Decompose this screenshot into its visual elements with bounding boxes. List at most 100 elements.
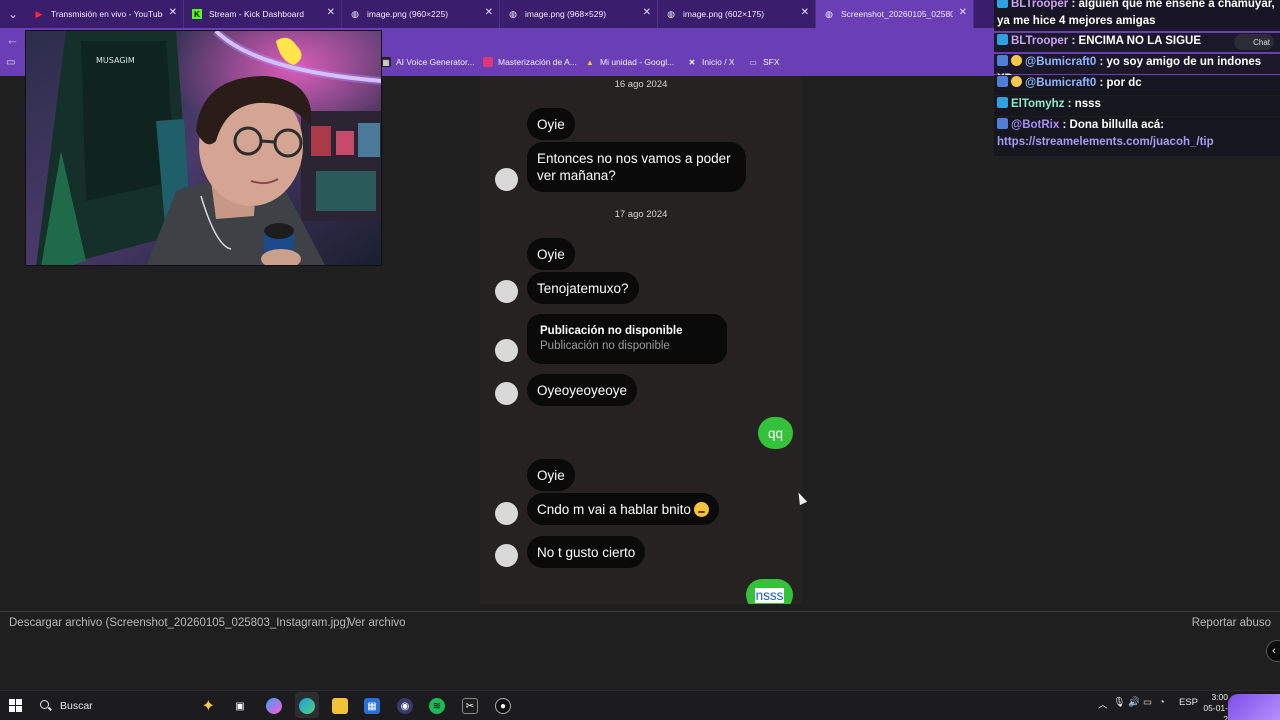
chat-message: @Bumicraft0 : yo soy amigo de un indones… xyxy=(994,54,1280,85)
tab-label: image.png (968×529) xyxy=(525,9,607,19)
my-message-bubble: nsss xyxy=(746,579,793,604)
speaker-icon[interactable]: 🔊 xyxy=(1128,697,1140,708)
close-icon[interactable]: ✕ xyxy=(959,7,967,18)
mastering-icon xyxy=(483,57,493,67)
back-arrow-icon[interactable]: ← xyxy=(6,32,19,47)
chat-text: Dona billulla acá: xyxy=(1069,119,1165,131)
wrench-badge-icon xyxy=(997,118,1008,129)
bookmark-label: SFX xyxy=(763,57,780,67)
spotify-icon[interactable]: ≋ xyxy=(429,698,445,714)
chat-username: BLTrooper xyxy=(1011,0,1069,10)
report-abuse-link[interactable]: Reportar abuso xyxy=(1192,617,1271,629)
bookmark-label: AI Voice Generator... xyxy=(396,57,475,67)
close-icon[interactable]: ✕ xyxy=(327,7,335,18)
kick-icon: K xyxy=(192,9,202,19)
edge-browser-icon[interactable] xyxy=(299,698,315,714)
chat-separator: : xyxy=(1068,35,1079,47)
unavailable-post-card[interactable]: Publicación no disponible Publicación no… xyxy=(527,314,727,364)
chat-separator: : xyxy=(1096,77,1107,89)
windows-start-icon[interactable] xyxy=(9,699,22,712)
tab-list-chevron-icon[interactable]: ⌄ xyxy=(0,0,26,28)
message-bubble: Oyie xyxy=(527,459,575,491)
bookmark-ai-voice[interactable]: ▦ AI Voice Generator... xyxy=(381,57,474,67)
download-file-link[interactable]: Descargar archivo (Screenshot_20260105_0… xyxy=(9,617,350,629)
chat-pill-label: Chat xyxy=(1253,37,1270,47)
input-language[interactable]: ESP xyxy=(1179,697,1198,708)
close-icon[interactable]: ✕ xyxy=(485,7,493,18)
svg-text:MUSAGIM: MUSAGIM xyxy=(96,56,135,65)
chat-separator: : xyxy=(1059,119,1070,131)
volume-icon[interactable]: ◔ xyxy=(1159,697,1165,708)
avatar xyxy=(495,502,518,525)
file-explorer-icon[interactable] xyxy=(332,698,348,714)
chat-separator: : xyxy=(1096,56,1107,68)
card-subtitle: Publicación no disponible xyxy=(540,340,670,352)
tab-youtube-studio[interactable]: ▶ Transmisión en vivo - YouTube Studio ✕ xyxy=(26,0,184,28)
chat-toggle-button[interactable]: Chat xyxy=(1234,34,1274,50)
date-separator: 17 ago 2024 xyxy=(614,209,668,220)
close-icon[interactable]: ✕ xyxy=(643,7,651,18)
message-bubble: Entonces no nos vamos a poder ver mañana… xyxy=(527,142,746,192)
tab-label: image.png (602×175) xyxy=(683,9,765,19)
drive-icon: ▲ xyxy=(586,57,594,67)
message-bubble: No t gusto cierto xyxy=(527,536,646,568)
tab-label: Stream - Kick Dashboard xyxy=(209,9,304,19)
chat-message: @Bumicraft0 : por dc xyxy=(994,75,1280,95)
moderator-badge-icon xyxy=(997,0,1008,8)
bookmark-sfx-folder[interactable]: ▭ SFX xyxy=(748,57,780,67)
tab-image-968[interactable]: ◍ image.png (968×529) ✕ xyxy=(500,0,658,28)
tab-label: Transmisión en vivo - YouTube Studio xyxy=(51,9,163,19)
tab-image-602[interactable]: ◍ image.png (602×175) ✕ xyxy=(658,0,816,28)
copilot-icon[interactable] xyxy=(266,698,282,714)
recorder-icon[interactable]: ● xyxy=(495,698,511,714)
network-icon[interactable]: ▭ xyxy=(1143,697,1152,708)
view-file-link[interactable]: Ver archivo xyxy=(348,617,406,629)
chat-message: @BotRix : Dona billulla acá: https://str… xyxy=(994,117,1280,156)
chat-text: por dc xyxy=(1106,77,1142,89)
tab-label: image.png (960×225) xyxy=(367,9,449,19)
date-separator: 16 ago 2024 xyxy=(614,79,668,90)
microphone-icon[interactable]: 🎙 xyxy=(1113,697,1125,708)
message-bubble: Oyeoyeoyeoye xyxy=(527,374,638,406)
message-bubble: Cndo m vai a hablar bnito xyxy=(527,493,719,525)
task-view-icon[interactable]: ▣ xyxy=(232,698,248,714)
clock-date: 05-01-2 xyxy=(1203,703,1228,720)
taskbar-clock[interactable]: 3:00 05-01-2 xyxy=(1202,692,1228,720)
capcut-icon[interactable]: ✂ xyxy=(462,698,478,714)
avatar xyxy=(495,544,518,567)
obs-studio-icon[interactable]: ◉ xyxy=(397,698,413,714)
tab-label: Screenshot_20260105_025803_Instagram.jpg xyxy=(841,9,953,19)
tab-image-960[interactable]: ◍ image.png (960×225) ✕ xyxy=(342,0,500,28)
moderator-badge-icon xyxy=(997,97,1008,108)
microsoft-store-icon[interactable]: ▦ xyxy=(364,698,380,714)
tab-kick-dashboard[interactable]: K Stream - Kick Dashboard ✕ xyxy=(184,0,342,28)
wrench-badge-icon xyxy=(997,55,1008,66)
bookmark-x-home[interactable]: ✕ Inicio / X xyxy=(687,57,735,67)
coin-badge-icon xyxy=(1011,76,1022,87)
bookmark-mastering[interactable]: Masterización de A... xyxy=(483,57,577,67)
globe-icon: ◍ xyxy=(351,8,359,19)
message-bubble: Oyie xyxy=(527,108,575,140)
my-message-bubble: qq xyxy=(758,417,793,449)
windows-taskbar: Buscar ✦ xyxy=(0,690,1280,720)
moderator-badge-icon xyxy=(997,34,1008,45)
bookmark-app-icon[interactable]: ▭ xyxy=(6,57,15,68)
bookmark-google-drive[interactable]: ▲ Mi unidad - Googl... xyxy=(585,57,674,67)
chat-link[interactable]: https://streamelements.com/juacoh_/tip xyxy=(997,136,1214,148)
message-text: Cndo m vai a hablar bnito xyxy=(537,501,691,517)
chat-message: BLTrooper : alguien que me enseñe a cham… xyxy=(994,0,1280,31)
chat-message: ElTomyhz : nsss xyxy=(994,96,1280,116)
chat-username: BLTrooper xyxy=(1011,35,1069,47)
close-icon[interactable]: ✕ xyxy=(801,7,809,18)
tab-screenshot-instagram[interactable]: ◍ Screenshot_20260105_025803_Instagram.j… xyxy=(816,0,974,28)
chat-username: @BotRix xyxy=(1011,119,1060,131)
close-icon[interactable]: ✕ xyxy=(169,7,177,18)
instagram-screenshot: 16 ago 2024 Oyie Entonces no nos vamos a… xyxy=(480,76,802,604)
taskbar-search-box[interactable]: Buscar ✦ xyxy=(33,695,221,717)
globe-icon: ◍ xyxy=(509,8,517,19)
show-hidden-icons-chevron-icon[interactable]: ︿ xyxy=(1098,697,1108,711)
chat-text: ENCIMA NO LA SIGUE xyxy=(1078,35,1201,47)
card-title: Publicación no disponible xyxy=(540,325,683,337)
screen: ⌄ ▶ Transmisión en vivo - YouTube Studio… xyxy=(0,0,1280,720)
bookmark-label: Masterización de A... xyxy=(498,57,577,67)
